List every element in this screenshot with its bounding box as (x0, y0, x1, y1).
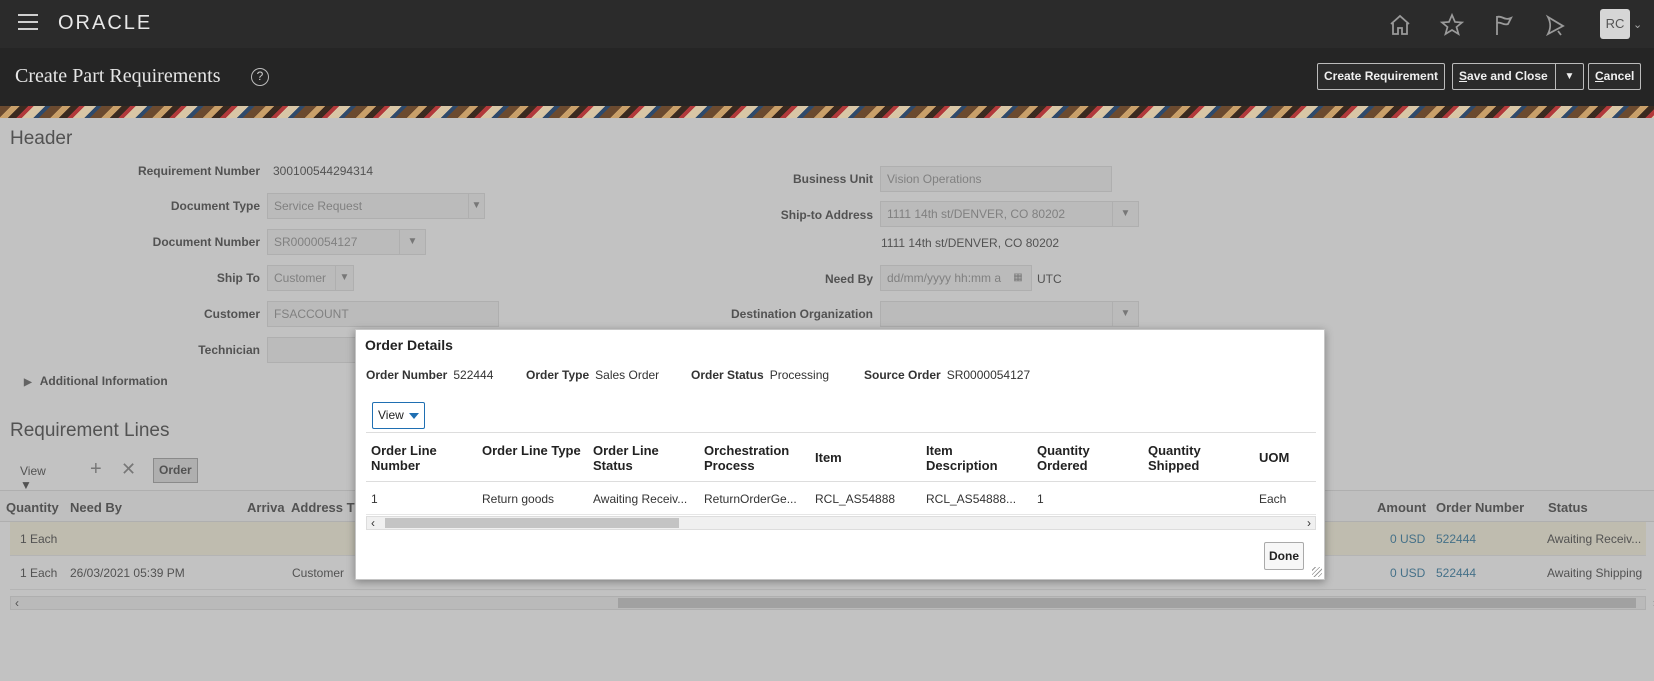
order-details-dialog: Order Details Order Number 522444 Order T… (355, 329, 1325, 580)
order-lines-table-header: Order Line Number Order Line Type Order … (366, 432, 1316, 482)
save-and-close-label: ave and Close (1467, 69, 1548, 83)
order-status-value: Processing (769, 368, 830, 382)
column-header-orchestration-process[interactable]: Orchestration Process (704, 443, 804, 473)
save-and-close-accesskey: S (1459, 69, 1468, 83)
cell-orchestration-process: ReturnOrderGe... (704, 492, 797, 506)
column-header-quantity-ordered[interactable]: Quantity Ordered (1037, 443, 1137, 473)
column-header-order-line-number[interactable]: Order Line Number (371, 443, 471, 473)
cancel-button[interactable]: Cancel (1588, 63, 1642, 90)
scroll-right-arrow-icon[interactable]: › (1307, 516, 1311, 530)
save-options-dropdown-icon[interactable]: ▼ (1555, 64, 1583, 89)
order-type-value: Sales Order (595, 368, 660, 382)
order-status-label: Order Status (691, 368, 764, 382)
favorites-star-icon[interactable] (1439, 12, 1465, 38)
column-header-item[interactable]: Item (815, 450, 915, 465)
cell-item: RCL_AS54888 (815, 492, 896, 506)
page-title: Create Part Requirements (15, 65, 221, 87)
menu-icon[interactable] (18, 14, 38, 32)
cell-quantity-ordered: 1 (1037, 492, 1044, 506)
help-icon[interactable]: ? (251, 68, 269, 86)
create-requirement-button[interactable]: Create Requirement (1317, 63, 1446, 90)
order-number-field: Order Number 522444 (366, 368, 493, 382)
scroll-left-arrow-icon[interactable]: ‹ (371, 516, 375, 530)
column-header-order-line-status[interactable]: Order Line Status (593, 443, 693, 473)
view-menu-label: View (378, 408, 404, 422)
cell-order-line-number: 1 (371, 492, 378, 506)
oracle-logo: ORACLE (58, 12, 153, 34)
column-header-order-line-type[interactable]: Order Line Type (482, 443, 582, 458)
user-avatar[interactable]: RC (1600, 9, 1630, 39)
order-number-label: Order Number (366, 368, 448, 382)
column-header-uom[interactable]: UOM (1259, 450, 1309, 465)
cell-order-line-status: Awaiting Receiv... (593, 492, 688, 506)
home-icon[interactable] (1387, 12, 1413, 38)
cell-item-description: RCL_AS54888... (926, 492, 1017, 506)
order-type-field: Order Type Sales Order (526, 368, 659, 382)
done-button[interactable]: Done (1264, 542, 1304, 570)
save-and-close-button[interactable]: Save and Close ▼ (1452, 63, 1584, 90)
order-status-field: Order Status Processing (691, 368, 829, 382)
chevron-down-icon (409, 413, 419, 419)
table-row[interactable]: 1 Return goods Awaiting Receiv... Return… (366, 482, 1316, 515)
chevron-down-icon[interactable]: ⌄ (1633, 18, 1642, 31)
cancel-label: ancel (1603, 69, 1635, 83)
cancel-accesskey: C (1595, 69, 1604, 83)
decorative-banner (0, 106, 1654, 118)
scrollbar-thumb[interactable] (385, 518, 679, 528)
flag-icon[interactable] (1491, 12, 1517, 38)
view-menu-button[interactable]: View (372, 402, 425, 429)
resize-handle-icon[interactable] (1312, 567, 1322, 577)
global-header: ORACLE RC ⌄ (0, 0, 1654, 48)
cell-order-line-type: Return goods (482, 492, 555, 506)
column-header-quantity-shipped[interactable]: Quantity Shipped (1148, 443, 1248, 473)
page-title-bar: Create Part Requirements ? Create Requir… (0, 48, 1654, 106)
dialog-horizontal-scrollbar[interactable]: ‹ › (366, 516, 1316, 530)
order-type-label: Order Type (526, 368, 590, 382)
cell-uom: Each (1259, 492, 1287, 506)
dialog-title: Order Details (365, 337, 453, 353)
source-order-label: Source Order (864, 368, 941, 382)
source-order-value: SR0000054127 (946, 368, 1031, 382)
notifications-bell-icon[interactable] (1543, 12, 1569, 38)
source-order-field: Source Order SR0000054127 (864, 368, 1030, 382)
column-header-item-description[interactable]: Item Description (926, 443, 1026, 473)
order-number-value: 522444 (453, 368, 494, 382)
